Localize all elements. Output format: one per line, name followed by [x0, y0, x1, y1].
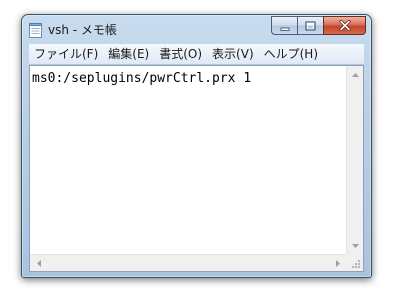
editor-pane: ms0:/seplugins/pwrCtrl.prx 1: [29, 65, 364, 272]
scroll-right-arrow-icon[interactable]: [329, 255, 346, 272]
menu-file[interactable]: ファイル(F): [29, 45, 103, 64]
horizontal-scrollbar[interactable]: [30, 254, 346, 271]
text-editor[interactable]: ms0:/seplugins/pwrCtrl.prx 1: [31, 67, 346, 254]
close-button[interactable]: [323, 16, 366, 35]
notepad-window: vsh - メモ帳 ファイル(F) 編集(E) 書式(O) 表示(V) ヘルプ(…: [21, 14, 372, 278]
window-title: vsh - メモ帳: [48, 23, 117, 37]
title-bar[interactable]: vsh - メモ帳: [22, 15, 371, 44]
vertical-scrollbar[interactable]: [346, 66, 363, 254]
notepad-icon[interactable]: [29, 23, 42, 38]
menu-edit[interactable]: 編集(E): [103, 45, 154, 64]
maximize-button[interactable]: [297, 16, 323, 35]
scroll-down-arrow-icon[interactable]: [347, 237, 364, 254]
menu-view[interactable]: 表示(V): [207, 45, 259, 64]
scroll-up-arrow-icon[interactable]: [347, 66, 364, 83]
menu-bar: ファイル(F) 編集(E) 書式(O) 表示(V) ヘルプ(H): [29, 44, 364, 65]
caption-buttons: [271, 16, 366, 35]
maximize-icon: [305, 16, 316, 35]
resize-grip-icon[interactable]: [346, 254, 363, 271]
minimize-button[interactable]: [271, 16, 297, 35]
minimize-icon: [280, 16, 290, 35]
scroll-left-arrow-icon[interactable]: [30, 255, 47, 272]
menu-format[interactable]: 書式(O): [154, 45, 207, 64]
close-icon: [339, 16, 351, 35]
menu-help[interactable]: ヘルプ(H): [259, 45, 323, 64]
